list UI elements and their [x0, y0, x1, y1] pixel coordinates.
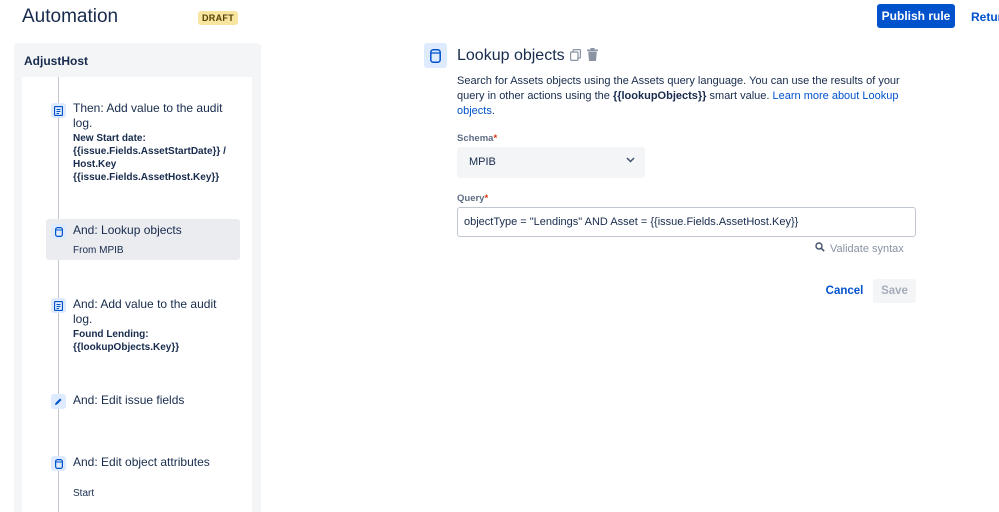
rule-step-audit-log[interactable]: Then: Add value to the audit log. New St…	[46, 77, 240, 217]
step-detail: Found Lending: {{lookupObjects.Key}}	[73, 329, 180, 353]
query-input[interactable]: objectType = "Lendings" AND Asset = {{is…	[457, 207, 916, 237]
rule-step-edit-issue-fields[interactable]: And: Edit issue fields	[46, 392, 240, 416]
rule-step-audit-log-2[interactable]: And: Add value to the audit log. Found L…	[46, 295, 240, 359]
rule-panel: AdjustHost Then: Add value to the audit …	[14, 43, 261, 512]
rule-name: AdjustHost	[24, 54, 88, 68]
rule-step-edit-object-attributes[interactable]: And: Edit object attributes Start	[46, 454, 240, 504]
pencil-icon	[51, 394, 66, 409]
cancel-button[interactable]: Cancel	[822, 279, 867, 303]
schema-select[interactable]: MPIB	[457, 147, 645, 178]
step-title: And: Add value to the audit log.	[73, 297, 217, 326]
query-value: objectType = "Lendings" AND Asset = {{is…	[464, 216, 799, 228]
validate-syntax-button[interactable]: Validate syntax	[815, 242, 904, 255]
rule-step-list[interactable]: Then: Add value to the audit log. New St…	[22, 77, 252, 512]
step-title: Then: Add value to the audit log.	[73, 101, 223, 130]
database-icon	[51, 456, 66, 471]
save-button[interactable]: Save	[873, 279, 916, 303]
panel-title: Lookup objects	[457, 47, 565, 64]
step-title: And: Lookup objects	[73, 223, 182, 237]
trash-icon[interactable]	[587, 48, 598, 64]
step-detail: New Start date: {{issue.Fields.AssetStar…	[73, 133, 226, 183]
step-subtitle: From MPIB	[73, 245, 124, 256]
step-subtitle: Start	[73, 488, 95, 499]
return-link[interactable]: Retur	[971, 10, 999, 24]
rule-step-lookup-objects[interactable]: And: Lookup objects From MPIB	[46, 219, 240, 260]
copy-icon[interactable]	[570, 49, 582, 64]
database-icon	[424, 43, 447, 68]
audit-log-icon	[51, 298, 66, 313]
schema-label: Schema*	[457, 133, 498, 144]
publish-rule-button[interactable]: Publish rule	[877, 4, 955, 28]
query-label: Query*	[457, 193, 489, 204]
audit-log-icon	[51, 103, 66, 118]
chevron-down-icon	[626, 155, 635, 166]
schema-value: MPIB	[469, 156, 496, 168]
step-title: And: Edit object attributes	[73, 455, 210, 469]
panel-description: Search for Assets objects using the Asse…	[457, 75, 900, 117]
validate-syntax-label: Validate syntax	[830, 242, 904, 255]
page-title: Automation	[22, 6, 119, 27]
smart-value-code: {{lookupObjects}}	[612, 90, 707, 102]
step-title: And: Edit issue fields	[73, 393, 185, 407]
draft-badge: DRAFT	[198, 11, 238, 25]
database-icon	[51, 224, 66, 239]
search-icon	[815, 242, 825, 255]
